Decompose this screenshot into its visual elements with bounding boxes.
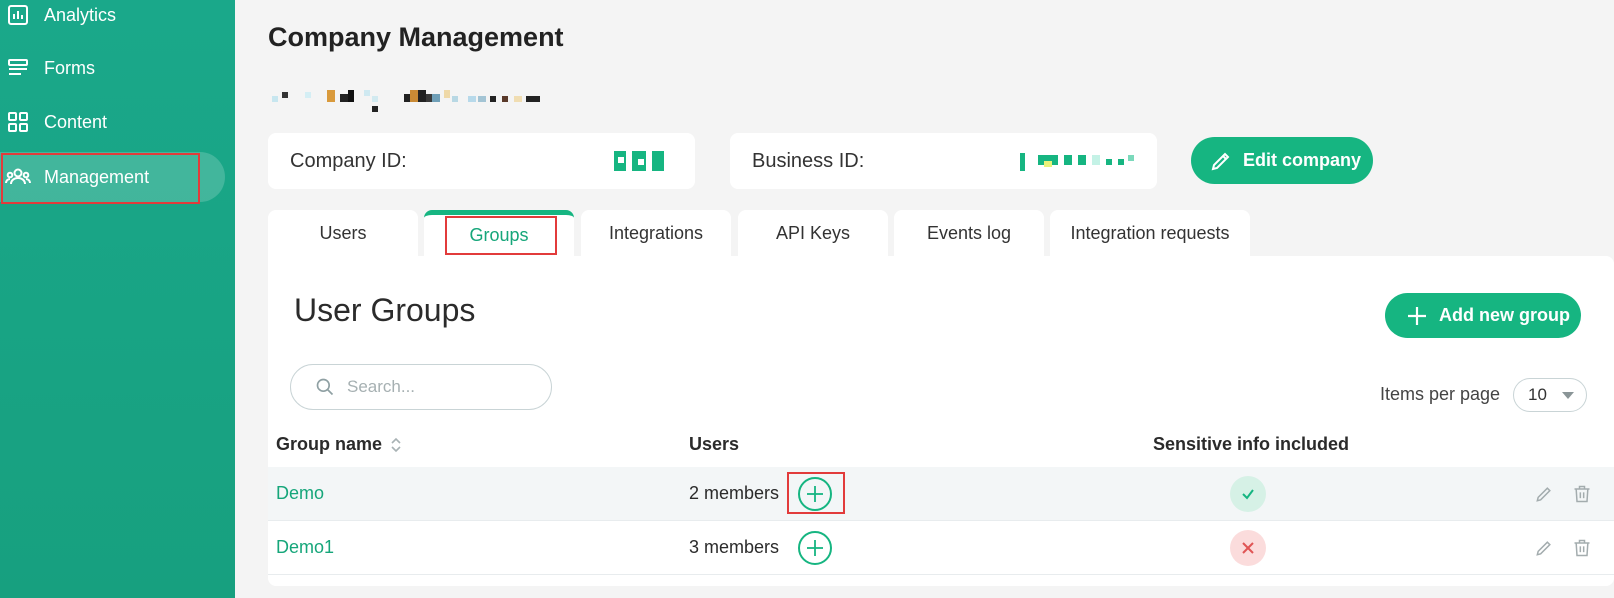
plus-icon [798,530,832,565]
delete-group-button[interactable] [1570,521,1594,574]
sidebar-item-forms[interactable]: Forms [0,43,225,93]
chevron-down-icon [1562,392,1574,399]
tab-label: Groups [469,225,529,245]
table-row: Demo 2 members [268,467,1614,520]
sidebar-item-label: Content [44,111,108,132]
edit-group-button[interactable] [1532,467,1556,520]
group-name-link[interactable]: Demo1 [276,521,334,574]
group-name-link[interactable]: Demo [276,467,324,520]
column-header-label: Users [689,434,740,454]
items-per-page-value: 10 [1528,385,1547,404]
delete-group-button[interactable] [1570,467,1594,520]
column-header-label: Group name [276,434,383,454]
tab-label: Events log [926,222,1012,243]
sidebar-item-label: Forms [44,57,95,78]
column-header-label: Sensitive info included [1153,434,1350,454]
add-new-group-button[interactable]: Add new group [1385,293,1581,338]
edit-group-button[interactable] [1532,521,1556,574]
add-member-button[interactable] [798,467,832,520]
sidebar-item-analytics[interactable]: Analytics [0,0,225,40]
company-name-redacted [272,88,592,112]
edit-company-label: Edit company [1243,150,1362,170]
panel-title: User Groups [294,292,476,328]
sidebar-item-label: Analytics [44,4,117,25]
tab-groups[interactable]: Groups [424,210,574,256]
pencil-icon [1532,482,1556,506]
check-icon [1230,475,1266,512]
sensitive-status [1230,521,1266,574]
company-id-label: Company ID: [290,149,407,172]
add-new-group-label: Add new group [1439,305,1570,325]
tab-events-log[interactable]: Events log [894,210,1044,256]
chart-icon [4,1,32,29]
search-input[interactable] [347,377,527,397]
tab-label: API Keys [775,222,851,243]
table-row: Demo1 3 members [268,521,1614,574]
sensitive-status [1230,467,1266,520]
x-icon [1230,529,1266,566]
tab-label: Integration requests [1070,222,1230,243]
business-id-card: Business ID: [730,133,1157,189]
business-id-label: Business ID: [752,149,865,172]
sidebar-item-label: Management [44,166,150,187]
search-icon [316,378,334,396]
add-member-button[interactable] [798,521,832,574]
users-icon [4,163,32,191]
trash-icon [1570,482,1594,506]
pencil-icon [1532,536,1556,560]
forms-icon [4,54,32,82]
items-per-page-label: Items per page [1380,384,1501,404]
plus-icon [1408,306,1426,325]
sidebar-item-management[interactable]: Management [0,152,225,202]
company-id-value-redacted [614,151,668,171]
members-count: 3 members [689,537,780,557]
edit-company-button[interactable]: Edit company [1191,137,1373,184]
page-title: Company Management [268,22,564,52]
column-header-group-name[interactable]: Group name [276,434,402,455]
pencil-icon [1211,152,1230,170]
tab-integration-requests[interactable]: Integration requests [1050,210,1250,256]
business-id-value-redacted [1020,153,1136,173]
sort-icon [391,437,401,452]
column-header-users: Users [689,434,739,455]
tab-label: Users [319,222,367,243]
tab-integrations[interactable]: Integrations [581,210,731,256]
column-header-sensitive: Sensitive info included [1153,434,1349,455]
tab-api-keys[interactable]: API Keys [738,210,888,256]
company-id-card: Company ID: [268,133,695,189]
sidebar-item-content[interactable]: Content [0,97,225,147]
search-field[interactable] [290,364,552,410]
sidebar: Analytics Forms Content Management [0,0,235,598]
grid-icon [4,108,32,136]
plus-icon [798,476,832,511]
tab-users[interactable]: Users [268,210,418,256]
items-per-page-select[interactable]: 10 [1513,378,1587,412]
user-groups-panel: User Groups Add new group Items per page… [268,256,1614,586]
trash-icon [1570,536,1594,560]
tab-label: Integrations [608,222,704,243]
members-count: 2 members [689,483,780,503]
